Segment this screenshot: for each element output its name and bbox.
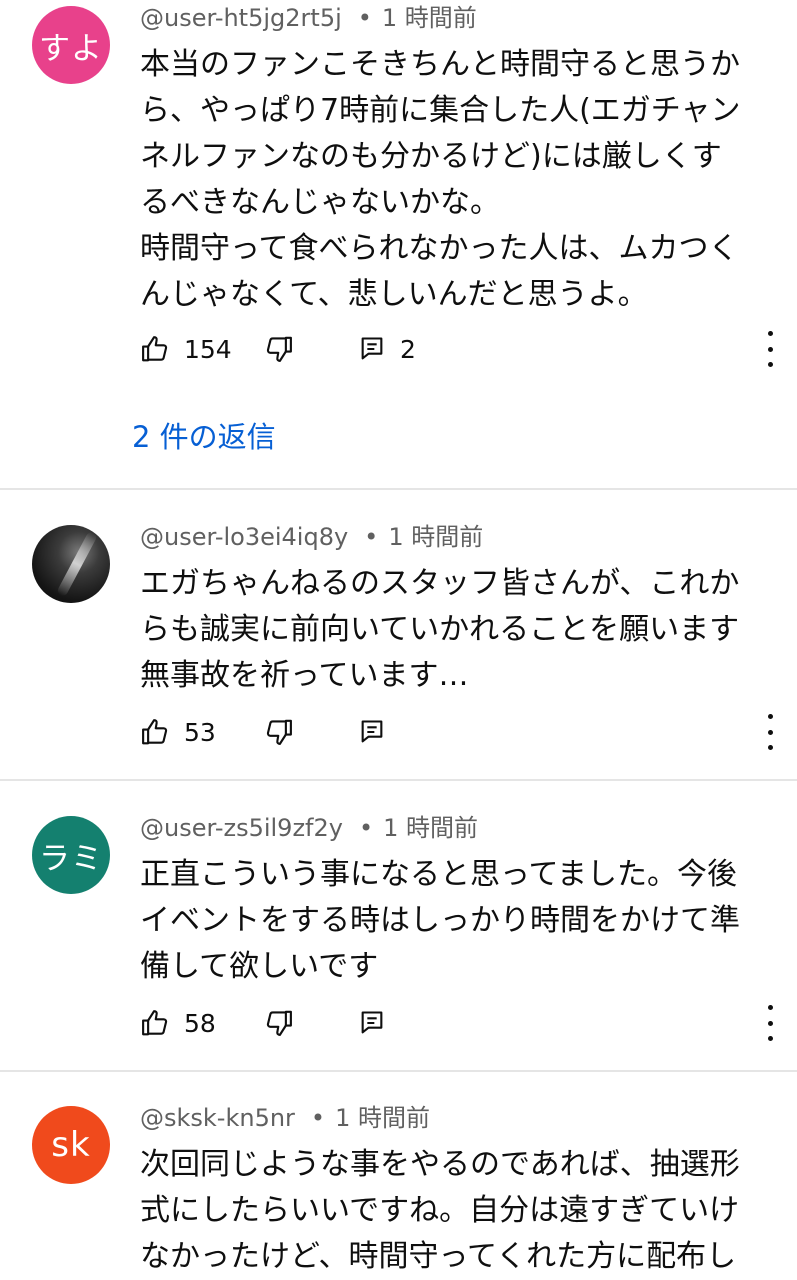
comment-text: 本当のファンこそきちんと時間守ると思うか ら、やっぱり7時前に集合した人(エガチ… xyxy=(140,42,770,318)
comment-line: るべきなんじゃないかな。 xyxy=(140,185,500,220)
author-name[interactable]: @user-zs5il9zf2y xyxy=(140,814,343,842)
reply-icon xyxy=(358,1009,386,1037)
separator-dot: • xyxy=(357,4,372,32)
comment-line: 備して欲しいです xyxy=(140,949,379,984)
dislike-icon xyxy=(264,334,294,364)
divider xyxy=(0,488,797,490)
comment-line: んじゃなくて、悲しいんだと思うよ。 xyxy=(140,277,648,312)
avatar[interactable]: sk xyxy=(32,1106,110,1184)
comment-actions: 53 xyxy=(140,712,780,752)
avatar[interactable]: すよ xyxy=(32,6,110,84)
dislike-icon xyxy=(264,717,294,747)
dislike-button[interactable] xyxy=(264,329,294,369)
like-button[interactable]: 58 xyxy=(140,1003,216,1043)
author-name[interactable]: @user-lo3ei4iq8y xyxy=(140,523,348,551)
dislike-button[interactable] xyxy=(264,712,294,752)
comment-header: @sksk-kn5nr • 1 時間前 xyxy=(140,1100,430,1136)
like-count: 53 xyxy=(184,717,216,747)
separator-dot: • xyxy=(364,523,379,551)
comment-text: エガちゃんねるのスタッフ皆さんが、これか らも誠実に前向いていかれることを願いま… xyxy=(140,561,770,699)
avatar[interactable]: ラミ xyxy=(32,816,110,894)
author-name[interactable]: @user-ht5jg2rt5j xyxy=(140,4,342,32)
comment-header: @user-zs5il9zf2y • 1 時間前 xyxy=(140,810,478,846)
author-name[interactable]: @sksk-kn5nr xyxy=(140,1104,295,1132)
comment-header: @user-lo3ei4iq8y • 1 時間前 xyxy=(140,519,483,555)
timestamp: 1 時間前 xyxy=(383,814,479,842)
comment-text: 正直こういう事になると思ってました。今後 イベントをする時はしっかり時間をかけて… xyxy=(140,852,770,990)
reply-button[interactable] xyxy=(358,1003,386,1043)
comment-actions: 58 xyxy=(140,1003,780,1043)
like-button[interactable]: 154 xyxy=(140,329,232,369)
comment-line: ら、やっぱり7時前に集合した人(エガチャン xyxy=(140,93,741,128)
reply-button[interactable] xyxy=(358,712,386,752)
comment-line: 本当のファンこそきちんと時間守ると思うか xyxy=(140,47,740,82)
comment-line: エガちゃんねるのスタッフ皆さんが、これか xyxy=(140,566,740,601)
comment-line: 無事故を祈っています… xyxy=(140,658,469,693)
reply-icon xyxy=(358,335,386,363)
comment-line: 正直こういう事になると思ってました。今後 xyxy=(140,857,737,892)
timestamp: 1 時間前 xyxy=(388,523,484,551)
more-options-icon[interactable] xyxy=(760,714,780,750)
more-options-icon[interactable] xyxy=(760,1005,780,1041)
separator-dot: • xyxy=(358,814,374,842)
comment-header: @user-ht5jg2rt5j • 1 時間前 xyxy=(140,0,477,36)
timestamp: 1 時間前 xyxy=(335,1104,430,1132)
divider xyxy=(0,1070,797,1072)
like-button[interactable]: 53 xyxy=(140,712,216,752)
comment-line: 式にしたらいいですね。自分は遠すぎていけ xyxy=(140,1193,740,1228)
comment-line: 時間守って食べられなかった人は、ムカつく xyxy=(140,231,739,266)
view-replies-link[interactable]: 2 件の返信 xyxy=(132,414,276,456)
like-icon xyxy=(140,334,170,364)
timestamp: 1 時間前 xyxy=(381,4,477,32)
like-count: 154 xyxy=(184,334,232,364)
like-count: 58 xyxy=(184,1008,216,1038)
comment-text: 次回同じような事をやるのであれば、抽選形 式にしたらいいですね。自分は遠すぎてい… xyxy=(140,1142,770,1280)
reply-count: 2 xyxy=(400,334,416,364)
more-options-icon[interactable] xyxy=(760,331,780,367)
comment-line: イベントをする時はしっかり時間をかけて準 xyxy=(140,903,740,938)
comment-actions: 154 2 xyxy=(140,329,780,369)
avatar[interactable] xyxy=(32,525,110,603)
dislike-icon xyxy=(264,1008,294,1038)
comment-line: なかったけど、時間守ってくれた方に配布し xyxy=(140,1239,737,1274)
comment-line: ネルファンなのも分かるけど)には厳しくす xyxy=(140,139,722,174)
dislike-button[interactable] xyxy=(264,1003,294,1043)
separator-dot: • xyxy=(310,1104,326,1132)
reply-icon xyxy=(358,718,386,746)
like-icon xyxy=(140,717,170,747)
comment-line: らも誠実に前向いていかれることを願います xyxy=(140,612,740,647)
like-icon xyxy=(140,1008,170,1038)
reply-button[interactable]: 2 xyxy=(358,329,416,369)
divider xyxy=(0,779,797,781)
comment-line: 次回同じような事をやるのであれば、抽選形 xyxy=(140,1147,740,1182)
